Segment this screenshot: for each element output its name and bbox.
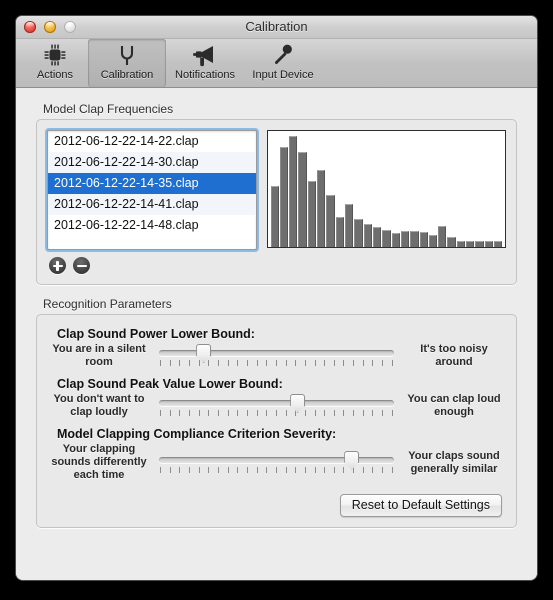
histogram-bar [438, 226, 447, 247]
slider-ticks [160, 466, 393, 473]
histogram-bar [466, 241, 475, 247]
toolbar: Actions Calibration Notifications Input … [16, 39, 537, 88]
toolbar-item-label: Actions [36, 69, 74, 81]
file-list-item[interactable]: 2012-06-12-22-14-35.clap [48, 173, 256, 194]
calibration-window: Calibration Actions Calibration Notifica… [16, 16, 537, 580]
slider-ticks [160, 360, 393, 366]
list-buttons [47, 257, 257, 274]
histogram-bar [494, 241, 503, 247]
histogram-bar [419, 231, 428, 247]
toolbar-item-label: Notifications [175, 69, 235, 81]
file-list-item[interactable]: 2012-06-12-22-14-22.clap [48, 131, 256, 152]
histogram-bar [307, 180, 317, 247]
slider-title: Model Clapping Compliance Criterion Seve… [57, 427, 337, 441]
slider-row: You are in a silent room It's too noisy a… [51, 343, 502, 369]
slider-row: You don't want to clap loudly You can cla… [51, 393, 502, 419]
histogram-bar [428, 235, 438, 247]
histogram-bar [298, 151, 307, 247]
tuning-fork-icon [115, 42, 139, 68]
histogram-bar [279, 147, 289, 247]
histogram-bar [354, 219, 363, 247]
histogram-bar [289, 135, 298, 247]
toolbar-item-label: Calibration [100, 69, 154, 81]
reset-to-default-settings-button[interactable]: Reset to Default Settings [339, 494, 502, 517]
toolbar-item-input-device[interactable]: Input Device [244, 39, 322, 87]
slider-row: Your clapping sounds differently each ti… [51, 443, 502, 482]
histogram-bar [456, 241, 466, 247]
histogram-bar [410, 230, 419, 247]
params-section: Recognition Parameters Clap Sound Power … [16, 297, 537, 528]
toolbar-item-notifications[interactable]: Notifications [166, 39, 244, 87]
histogram-bar [391, 233, 400, 247]
slider-title: Clap Sound Peak Value Lower Bound: [57, 377, 283, 391]
slider-track[interactable] [159, 350, 394, 356]
slider-ticks [160, 410, 393, 416]
slider-left-label: You don't want to clap loudly [53, 393, 145, 418]
button-row: Reset to Default Settings [51, 494, 502, 517]
megaphone-icon [192, 42, 218, 68]
histogram-bar [363, 223, 372, 247]
histogram-bar [270, 185, 279, 247]
histogram-bar [345, 204, 354, 247]
file-list[interactable]: 2012-06-12-22-14-22.clap 2012-06-12-22-14… [47, 130, 257, 250]
histogram-bar [372, 227, 382, 247]
slider-title: Clap Sound Power Lower Bound: [57, 327, 255, 341]
file-list-item[interactable]: 2012-06-12-22-14-41.clap [48, 194, 256, 215]
histogram-bar [475, 241, 484, 247]
histogram-bar [326, 194, 335, 247]
toolbar-item-calibration[interactable]: Calibration [88, 39, 166, 87]
frequency-histogram [267, 130, 506, 248]
content-area: Model Clap Frequencies 2012-06-12-22-14-… [16, 102, 537, 580]
params-section-label: Recognition Parameters [43, 297, 172, 311]
slider-3[interactable] [159, 450, 394, 476]
params-group-box: Clap Sound Power Lower Bound: You are in … [36, 314, 517, 528]
histogram-bar [400, 230, 410, 247]
file-list-column: 2012-06-12-22-14-22.clap 2012-06-12-22-14… [47, 130, 257, 274]
file-list-item[interactable]: 2012-06-12-22-14-30.clap [48, 152, 256, 173]
window-title: Calibration [245, 19, 308, 34]
histogram-bar [335, 216, 344, 247]
microphone-icon [271, 42, 295, 68]
slider-left-label: You are in a silent room [52, 343, 146, 368]
slider-left-label: Your clapping sounds differently each ti… [51, 443, 147, 481]
remove-button[interactable] [73, 257, 90, 274]
histogram-bar [447, 236, 456, 247]
toolbar-item-label: Input Device [252, 69, 314, 81]
slider-right-label: You can clap loud enough [407, 393, 501, 418]
slider-1[interactable] [159, 343, 394, 369]
model-section-label: Model Clap Frequencies [43, 102, 174, 116]
histogram-bar [317, 170, 326, 247]
file-list-item[interactable]: 2012-06-12-22-14-48.clap [48, 215, 256, 236]
add-button[interactable] [49, 257, 66, 274]
window-titlebar[interactable]: Calibration [16, 16, 537, 39]
histogram-bar [484, 241, 493, 247]
model-group-box: 2012-06-12-22-14-22.clap 2012-06-12-22-14… [36, 119, 517, 285]
toolbar-item-actions[interactable]: Actions [22, 39, 88, 87]
slider-right-label: It's too noisy around [420, 343, 488, 368]
chip-icon [43, 42, 67, 68]
model-section: Model Clap Frequencies 2012-06-12-22-14-… [16, 102, 537, 285]
slider-track[interactable] [159, 400, 394, 406]
slider-right-label: Your claps sound generally similar [408, 449, 500, 475]
slider-2[interactable] [159, 393, 394, 419]
histogram-bar [382, 229, 391, 247]
